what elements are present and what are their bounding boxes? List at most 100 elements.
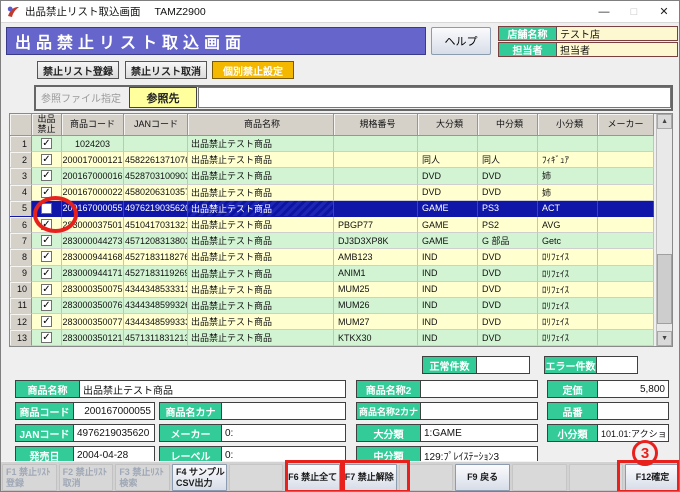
titlebar: 出品禁止リスト取込画面 TAMZ2900 — □ ✕ (1, 1, 679, 23)
cell-code: 283000350077 (62, 314, 124, 330)
product-kana-field[interactable] (222, 403, 345, 419)
major-category-field[interactable]: 1:GAME (421, 425, 537, 441)
part-number-field[interactable] (598, 403, 668, 419)
tab-prohibit-list-cancel[interactable]: 禁止リスト取消 (125, 61, 207, 79)
table-row[interactable]: 12✓2830003500774344348599333出品禁止テスト商品MUM… (10, 314, 656, 330)
table-row[interactable]: 6✓2830000375014510417031321出品禁止テスト商品PBGP… (10, 217, 656, 233)
table-row[interactable]: 8✓2830009441684527183118276出品禁止テスト商品AMB1… (10, 249, 656, 265)
cell-kikaku: KTKX30 (334, 330, 418, 346)
cell-no: 2 (10, 152, 32, 168)
cell-chu (478, 136, 538, 152)
table-row[interactable]: 2✓2000170001214582261371076出品禁止テスト商品同人同人… (10, 152, 656, 168)
cell-kikaku (334, 201, 418, 217)
cell-sho: Getc (538, 233, 598, 249)
file-path-input[interactable] (198, 87, 671, 108)
minor-category-field[interactable]: 101.01:アクション (598, 425, 668, 441)
row-prohibit-checkbox[interactable]: ✓ (41, 187, 52, 198)
table-row[interactable]: 4✓2001670000224580206310357出品禁止テスト商品DVDD… (10, 185, 656, 201)
row-prohibit-checkbox[interactable]: ✓ (41, 154, 52, 165)
cell-chu: DVD (478, 185, 538, 201)
app-icon (7, 5, 20, 18)
product-name-label: 商品名称 (16, 381, 80, 397)
cell-sho: ﾛﾘﾌｪｲｽ (538, 314, 598, 330)
row-prohibit-checkbox[interactable]: ✓ (41, 251, 52, 262)
store-name-value: テスト店 (557, 27, 677, 40)
fn-button-f12[interactable]: F12確定 (625, 464, 680, 491)
tab-individual-prohibit-setting[interactable]: 個別禁止設定 (212, 61, 294, 79)
table-header-row: 出品 禁止商品コードJANコード商品名称規格番号大分類中分類小分類メーカー (10, 114, 656, 136)
table-row[interactable]: 7✓2830000442734571208313803出品禁止テスト商品DJ3D… (10, 233, 656, 249)
scrollbar-thumb[interactable] (657, 254, 672, 324)
product-name-field[interactable]: 出品禁止テスト商品 (80, 381, 345, 397)
cell-sho: 姉 (538, 185, 598, 201)
maximize-button: □ (619, 1, 649, 22)
browse-button[interactable]: 参照先 (129, 87, 197, 108)
maker-label: メーカー (160, 425, 222, 441)
fn-slot-f10 (511, 462, 568, 492)
table-scrollbar[interactable]: ▲ ▼ (656, 114, 672, 346)
scroll-up-arrow-icon[interactable]: ▲ (657, 114, 672, 129)
scroll-down-arrow-icon[interactable]: ▼ (657, 331, 672, 346)
row-prohibit-checkbox[interactable]: ✓ (41, 316, 52, 327)
row-prohibit-checkbox[interactable]: ✓ (41, 300, 52, 311)
table-row[interactable]: 52001670000554976219035620出品禁止テスト商品GAMEP… (10, 201, 656, 217)
cell-jan: 4344348599333 (124, 314, 188, 330)
cell-dai: IND (418, 330, 478, 346)
fn-button-f9[interactable]: F9 戻る (455, 464, 510, 491)
price-field[interactable]: 5,800 (598, 381, 668, 397)
close-button[interactable]: ✕ (649, 1, 679, 22)
cell-maker (598, 217, 654, 233)
fn-button-f7[interactable]: F7 禁止解除 (342, 464, 397, 491)
cell-maker (598, 168, 654, 184)
checkbox-cell: ✓ (32, 185, 62, 201)
fn-button-f6[interactable]: F6 禁止全て (285, 464, 340, 491)
cell-maker (598, 314, 654, 330)
row-prohibit-checkbox[interactable]: ✓ (41, 138, 52, 149)
cell-chu: 同人 (478, 152, 538, 168)
cell-dai: DVD (418, 168, 478, 184)
row-prohibit-checkbox[interactable]: ✓ (41, 235, 52, 246)
window-title: 出品禁止リスト取込画面 (25, 4, 141, 19)
product-name2-field[interactable] (421, 381, 537, 397)
table-row[interactable]: 3✓2001670000164528703100903出品禁止テスト商品DVDD… (10, 168, 656, 184)
fn-button-f4[interactable]: F4 サンプルCSV出力 (172, 464, 227, 491)
row-prohibit-checkbox[interactable] (41, 203, 52, 214)
table-row[interactable]: 10✓2830003500754344348533313出品禁止テスト商品MUM… (10, 282, 656, 298)
table-row[interactable]: 13✓2830003501214571311831213出品禁止テスト商品KTK… (10, 330, 656, 346)
normal-count-field (477, 357, 529, 373)
column-header: 商品名称 (188, 114, 334, 136)
row-prohibit-checkbox[interactable]: ✓ (41, 268, 52, 279)
fn-button-f11 (569, 464, 624, 491)
cell-kikaku (334, 185, 418, 201)
cell-sho (538, 136, 598, 152)
tab-prohibit-list-register[interactable]: 禁止リスト登録 (37, 61, 119, 79)
row-prohibit-checkbox[interactable]: ✓ (41, 219, 52, 230)
jan-code-field[interactable]: 4976219035620 (74, 425, 154, 441)
cell-sho: 姉 (538, 168, 598, 184)
fn-slot-f2: F2 禁止ﾘｽﾄ取消 (58, 462, 115, 492)
cell-jan: 4527183118276 (124, 249, 188, 265)
maker-field[interactable]: 0: (222, 425, 345, 441)
table-row[interactable]: 9✓2830009441714527183119269出品禁止テスト商品ANIM… (10, 266, 656, 282)
minimize-button[interactable]: — (589, 1, 619, 22)
cell-name: 出品禁止テスト商品 (188, 201, 334, 217)
fn-slot-f9: F9 戻る (454, 462, 511, 492)
help-button[interactable]: ヘルプ (431, 27, 491, 55)
cell-chu: G 部品 (478, 233, 538, 249)
checkbox-cell (32, 201, 62, 217)
row-prohibit-checkbox[interactable]: ✓ (41, 170, 52, 181)
product-name2-kana-field[interactable] (421, 403, 537, 419)
product-code-field[interactable]: 200167000055 (74, 403, 154, 419)
column-header: メーカー (598, 114, 654, 136)
cell-sho: ﾛﾘﾌｪｲｽ (538, 249, 598, 265)
cell-code: 283000944168 (62, 249, 124, 265)
row-prohibit-checkbox[interactable]: ✓ (41, 332, 52, 343)
fn-slot-f1: F1 禁止ﾘｽﾄ登録 (1, 462, 58, 492)
table-row[interactable]: 1✓1024203出品禁止テスト商品 (10, 136, 656, 152)
table-row[interactable]: 11✓2830003500764344348599326出品禁止テスト商品MUM… (10, 298, 656, 314)
row-prohibit-checkbox[interactable]: ✓ (41, 284, 52, 295)
cell-no: 4 (10, 185, 32, 201)
cell-dai: IND (418, 314, 478, 330)
cell-maker (598, 282, 654, 298)
jan-code-label: JANコード (16, 425, 74, 441)
